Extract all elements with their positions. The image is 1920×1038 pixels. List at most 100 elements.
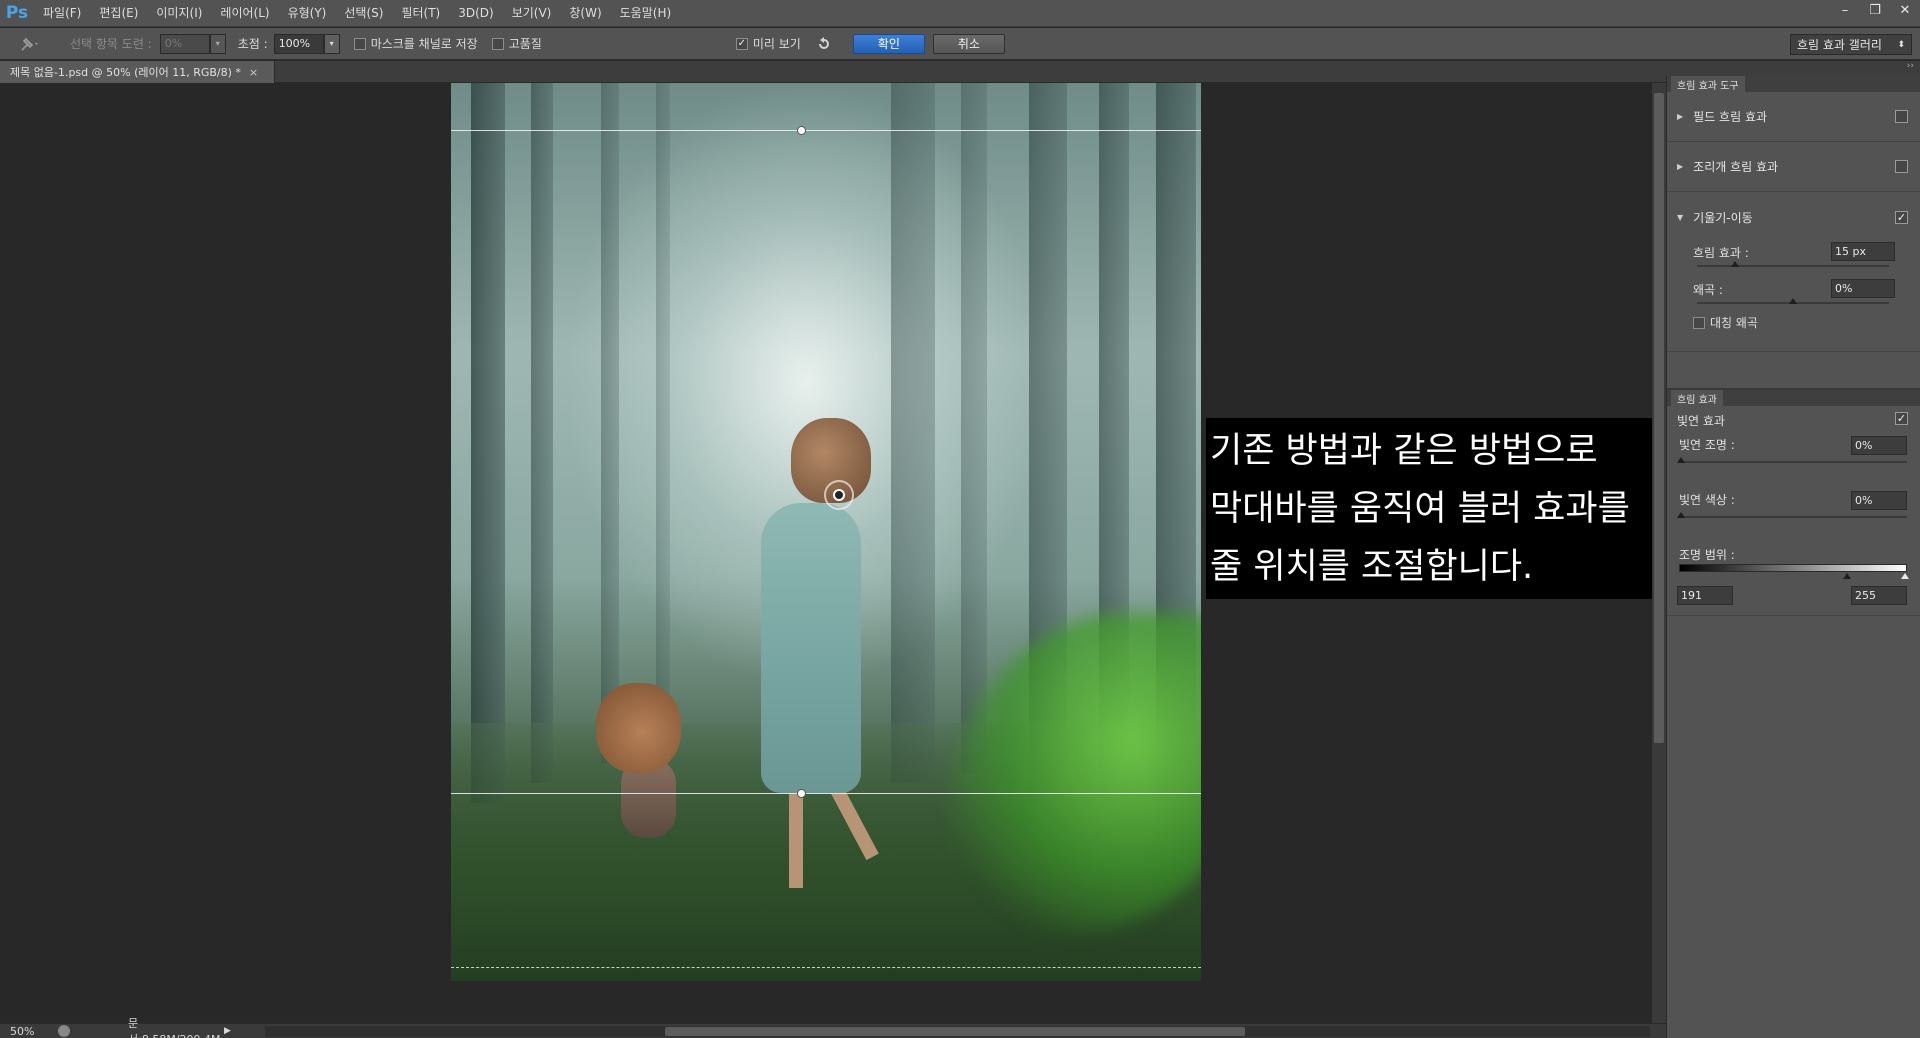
- tool-preset-picker[interactable]: [18, 35, 56, 53]
- light-bokeh-slider-knob[interactable]: [1677, 457, 1685, 463]
- panel-collapse-bar[interactable]: ››: [1666, 61, 1920, 76]
- light-range-max-field[interactable]: 255: [1851, 586, 1907, 605]
- symmetric-distortion-option[interactable]: 대칭 왜곡: [1693, 314, 1758, 331]
- menu-help[interactable]: 도움말(H): [611, 0, 681, 27]
- light-range-min-field[interactable]: 191: [1677, 586, 1733, 605]
- tilt-shift-bottom-line[interactable]: [451, 793, 1201, 794]
- minimize-button[interactable]: –: [1830, 0, 1860, 20]
- dog-head: [596, 683, 681, 773]
- blur-effects-tabbar: 흐림 효과: [1667, 390, 1920, 406]
- tilt-shift-bottom-handle[interactable]: [797, 789, 806, 798]
- options-bar: 선택 항목 도련 : 0% ▾ 초점 : 100% ▾ 마스크를 채널로 저장 …: [0, 28, 1920, 60]
- blur-amount-field[interactable]: 15 px: [1831, 242, 1895, 261]
- menu-3d[interactable]: 3D(D): [449, 0, 502, 27]
- blur-pin[interactable]: [824, 480, 854, 510]
- tilt-shift-top-line[interactable]: [451, 130, 1201, 131]
- menu-window[interactable]: 창(W): [560, 0, 610, 27]
- horizontal-scrollbar[interactable]: [265, 1026, 1650, 1037]
- restore-button[interactable]: ❐: [1860, 0, 1890, 20]
- vertical-scrollbar[interactable]: [1652, 83, 1666, 1023]
- menu-image[interactable]: 이미지(I): [147, 0, 211, 27]
- tilt-shift-row[interactable]: ▼ 기울기-이동 ✓: [1667, 192, 1920, 242]
- dog: [596, 683, 686, 838]
- document-tab[interactable]: 제목 없음-1.psd @ 50% (레이어 11, RGB/8) * ×: [0, 61, 275, 83]
- preview-option[interactable]: ✓ 미리 보기: [735, 35, 801, 52]
- cancel-button[interactable]: 취소: [932, 33, 1005, 54]
- tilt-shift-top-handle[interactable]: [797, 126, 806, 135]
- menu-items: 파일(F) 편집(E) 이미지(I) 레이어(L) 유형(Y) 선택(S) 필터…: [34, 0, 680, 27]
- tutorial-caption: 기존 방법과 같은 방법으로 막대바를 움직여 블러 효과를 줄 위치를 조절합…: [1206, 418, 1652, 599]
- tree-trunk: [601, 83, 619, 763]
- zoom-level[interactable]: 50%: [0, 1025, 50, 1038]
- iris-blur-row[interactable]: ▶ 조리개 흐림 효과: [1667, 142, 1920, 192]
- symmetric-distortion-label: 대칭 왜곡: [1710, 316, 1758, 330]
- photoshop-logo: Ps: [5, 3, 29, 23]
- tab-blur-effects[interactable]: 흐림 효과: [1671, 390, 1723, 406]
- save-mask-label: 마스크를 채널로 저장: [370, 37, 478, 51]
- field-blur-checkbox[interactable]: [1895, 110, 1908, 123]
- bokeh-checkbox[interactable]: ✓: [1895, 412, 1908, 425]
- tree-trunk: [961, 83, 987, 773]
- focus-field[interactable]: 100%: [273, 33, 324, 54]
- light-bokeh-label: 빛연 조명 :: [1679, 438, 1735, 452]
- blur-tools-tabbar: 흐림 효과 도구: [1667, 76, 1920, 92]
- blur-effects-settings: 빛연 효과 ✓ 빛연 조명 : 0% 빛연 색상 : 0% 조명 범위 : 19…: [1667, 406, 1920, 616]
- distortion-slider-knob[interactable]: [1789, 298, 1797, 304]
- iris-blur-checkbox[interactable]: [1895, 160, 1908, 173]
- blur-amount-label: 흐림 효과 :: [1693, 246, 1749, 260]
- status-info-icon[interactable]: [58, 1025, 70, 1037]
- document-canvas[interactable]: [451, 83, 1201, 981]
- field-blur-row[interactable]: ▶ 필드 흐림 효과: [1667, 92, 1920, 142]
- tilt-shift-fade-line[interactable]: [451, 967, 1201, 968]
- tilt-shift-checkbox[interactable]: ✓: [1895, 210, 1908, 224]
- distortion-slider[interactable]: [1697, 298, 1889, 304]
- ok-button[interactable]: 확인: [852, 33, 925, 54]
- reset-icon: [818, 36, 829, 49]
- menu-file[interactable]: 파일(F): [34, 0, 90, 27]
- tree-trunk: [471, 83, 505, 803]
- high-quality-option[interactable]: 고품질: [491, 35, 542, 52]
- menu-select[interactable]: 선택(S): [335, 0, 392, 27]
- bokeh-color-slider-knob[interactable]: [1677, 512, 1685, 518]
- save-mask-option[interactable]: 마스크를 채널로 저장: [353, 35, 478, 52]
- vertical-scroll-thumb[interactable]: [1654, 93, 1664, 743]
- horizontal-scroll-thumb[interactable]: [665, 1027, 1245, 1036]
- focus-dropdown[interactable]: ▾: [323, 33, 340, 54]
- light-range-min-knob[interactable]: [1843, 573, 1851, 579]
- menu-type[interactable]: 유형(Y): [279, 0, 336, 27]
- tree-trunk: [891, 83, 935, 783]
- blur-amount-slider-knob[interactable]: [1731, 261, 1740, 267]
- preview-checkbox[interactable]: ✓: [735, 37, 748, 50]
- close-document-icon[interactable]: ×: [249, 66, 258, 79]
- light-bokeh-slider[interactable]: [1677, 457, 1907, 463]
- workspace-select[interactable]: 흐림 효과 갤러리 ⬍: [1790, 34, 1912, 55]
- bokeh-label: 빛연 효과: [1677, 414, 1725, 428]
- high-quality-checkbox[interactable]: [491, 37, 504, 50]
- light-range-max-knob[interactable]: [1901, 573, 1909, 579]
- preview-label: 미리 보기: [752, 37, 801, 51]
- light-bokeh-field[interactable]: 0%: [1851, 436, 1907, 455]
- light-range-gradient[interactable]: [1679, 564, 1907, 572]
- menu-filter[interactable]: 필터(T): [392, 0, 449, 27]
- menu-layer[interactable]: 레이어(L): [211, 0, 278, 27]
- tree-trunk: [656, 83, 670, 743]
- save-mask-checkbox[interactable]: [353, 37, 366, 50]
- expanded-triangle-icon[interactable]: ▼: [1677, 213, 1683, 222]
- status-menu-arrow-icon[interactable]: ▶: [224, 1026, 231, 1036]
- collapsed-triangle-icon[interactable]: ▶: [1677, 162, 1683, 171]
- blur-amount-slider[interactable]: [1697, 261, 1889, 267]
- collapsed-triangle-icon[interactable]: ▶: [1677, 112, 1683, 121]
- bokeh-color-field[interactable]: 0%: [1851, 491, 1907, 510]
- distortion-field[interactable]: 0%: [1831, 279, 1895, 298]
- close-window-button[interactable]: ✕: [1890, 0, 1920, 20]
- tilt-shift-label: 기울기-이동: [1693, 210, 1753, 225]
- tab-blur-tools[interactable]: 흐림 효과 도구: [1671, 76, 1745, 92]
- menu-edit[interactable]: 편집(E): [90, 0, 147, 27]
- reset-pins-button[interactable]: [815, 36, 833, 52]
- tree-trunk: [531, 83, 553, 783]
- menu-view[interactable]: 보기(V): [503, 0, 561, 27]
- bokeh-color-slider[interactable]: [1677, 512, 1907, 518]
- symmetric-distortion-checkbox[interactable]: [1693, 316, 1705, 329]
- distortion-label: 왜곡 :: [1693, 283, 1723, 297]
- blur-panel: 흐림 효과 도구 ▶ 필드 흐림 효과 ▶ 조리개 흐림 효과 ▼ 기울기-이동…: [1666, 76, 1920, 1038]
